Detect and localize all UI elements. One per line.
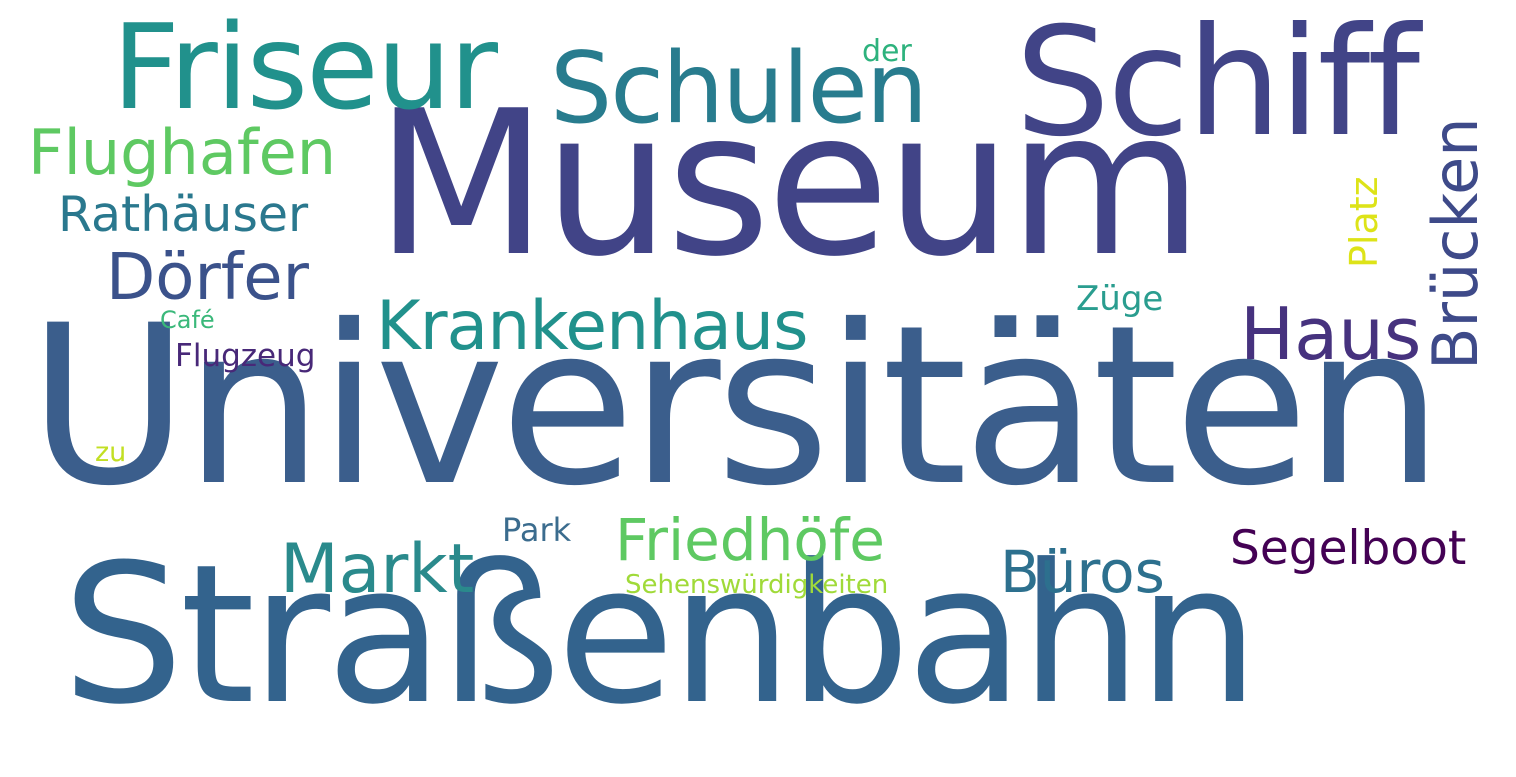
word-markt: Markt [280, 530, 475, 609]
word-cafe: Café [160, 306, 215, 334]
word-platz: Platz [1342, 176, 1386, 268]
word-flugzeug: Flugzeug [175, 338, 316, 374]
word-friseur: Friseur [112, 0, 498, 136]
word-zuege: Züge [1076, 279, 1164, 319]
word-krankenhaus: Krankenhaus [376, 287, 808, 366]
word-schiff: Schiff [1015, 0, 1420, 170]
word-der: der [862, 34, 912, 69]
word-doerfer: Dörfer [106, 241, 309, 315]
word-haus: Haus [1240, 292, 1422, 376]
word-bueros: Büros [1000, 538, 1165, 606]
word-friedhoefe: Friedhöfe [615, 506, 885, 574]
word-sehenswuerdigkeiten: Sehenswürdigkeiten [625, 570, 889, 600]
word-zu: zu [95, 437, 127, 468]
word-bruecken: Brücken [1419, 117, 1492, 370]
word-segelboot: Segelboot [1230, 521, 1467, 576]
word-park: Park [502, 511, 572, 549]
word-flughafen: Flughafen [28, 116, 337, 189]
word-rathaeuser: Rathäuser [58, 186, 309, 243]
word-cloud: Museum Universitäten Straßenbahn Schiff … [0, 0, 1516, 777]
